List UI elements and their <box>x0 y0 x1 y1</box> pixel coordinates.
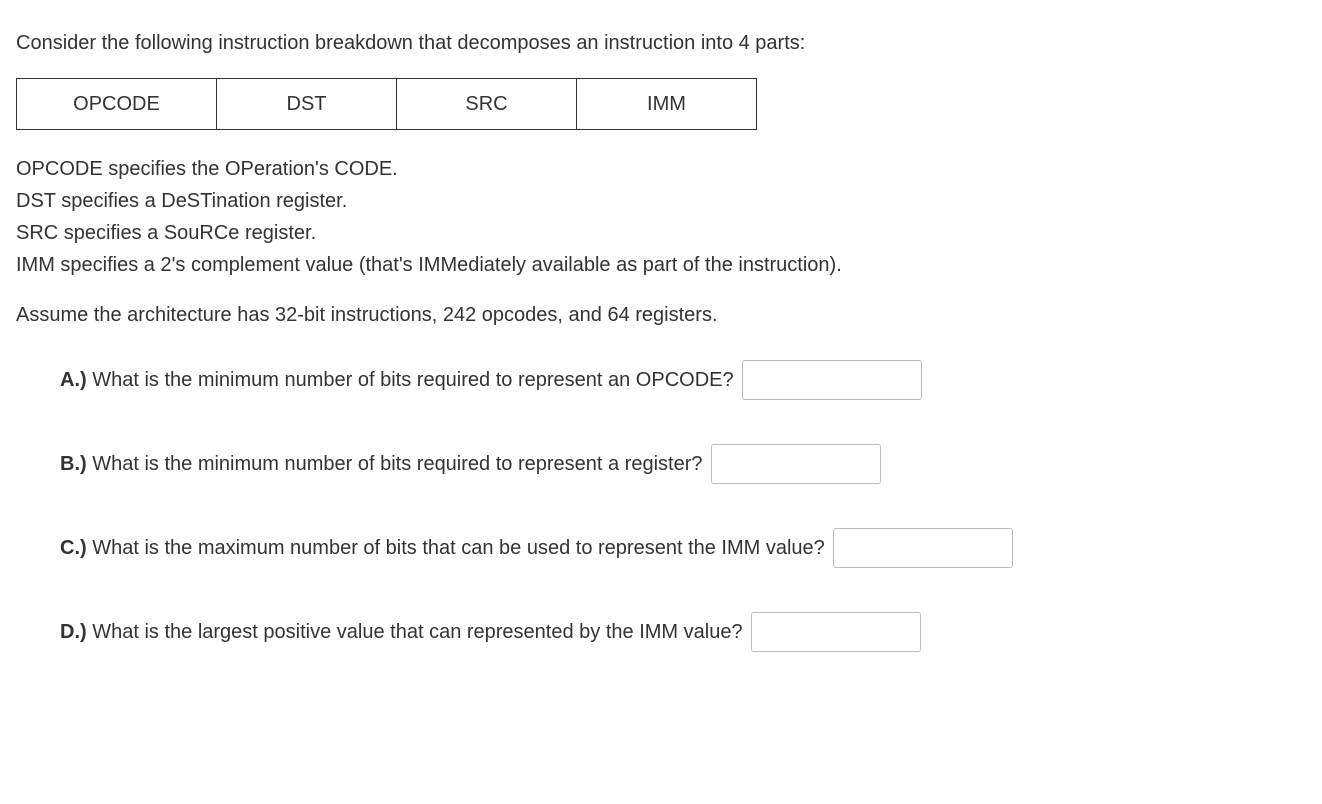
answer-input-c[interactable] <box>833 528 1013 568</box>
definition-src: SRC specifies a SouRCe register. <box>16 218 1306 248</box>
question-a-prompt: What is the minimum number of bits requi… <box>87 369 734 391</box>
answer-input-d[interactable] <box>751 612 921 652</box>
definition-dst: DST specifies a DeSTination register. <box>16 186 1306 216</box>
question-a-label: A.) <box>60 369 87 391</box>
question-a: A.) What is the minimum number of bits r… <box>60 360 1306 400</box>
intro-text: Consider the following instruction break… <box>16 28 1306 58</box>
question-d-text: D.) What is the largest positive value t… <box>60 617 743 647</box>
questions-block: A.) What is the minimum number of bits r… <box>16 360 1306 652</box>
question-b-text: B.) What is the minimum number of bits r… <box>60 449 703 479</box>
question-b: B.) What is the minimum number of bits r… <box>60 444 1306 484</box>
table-cell-opcode: OPCODE <box>17 79 217 130</box>
answer-input-b[interactable] <box>711 444 881 484</box>
question-c-label: C.) <box>60 537 87 559</box>
instruction-breakdown-table: OPCODE DST SRC IMM <box>16 78 757 130</box>
definition-opcode: OPCODE specifies the OPeration's CODE. <box>16 154 1306 184</box>
question-c: C.) What is the maximum number of bits t… <box>60 528 1306 568</box>
question-c-prompt: What is the maximum number of bits that … <box>87 537 825 559</box>
definitions-block: OPCODE specifies the OPeration's CODE. D… <box>16 154 1306 280</box>
question-d: D.) What is the largest positive value t… <box>60 612 1306 652</box>
question-b-label: B.) <box>60 453 87 475</box>
answer-input-a[interactable] <box>742 360 922 400</box>
question-c-text: C.) What is the maximum number of bits t… <box>60 533 825 563</box>
table-cell-dst: DST <box>217 79 397 130</box>
question-d-label: D.) <box>60 621 87 643</box>
definition-imm: IMM specifies a 2's complement value (th… <box>16 250 1306 280</box>
question-b-prompt: What is the minimum number of bits requi… <box>87 453 703 475</box>
table-cell-src: SRC <box>397 79 577 130</box>
question-d-prompt: What is the largest positive value that … <box>87 621 743 643</box>
question-a-text: A.) What is the minimum number of bits r… <box>60 365 734 395</box>
table-cell-imm: IMM <box>577 79 757 130</box>
assumption-text: Assume the architecture has 32-bit instr… <box>16 300 1306 330</box>
